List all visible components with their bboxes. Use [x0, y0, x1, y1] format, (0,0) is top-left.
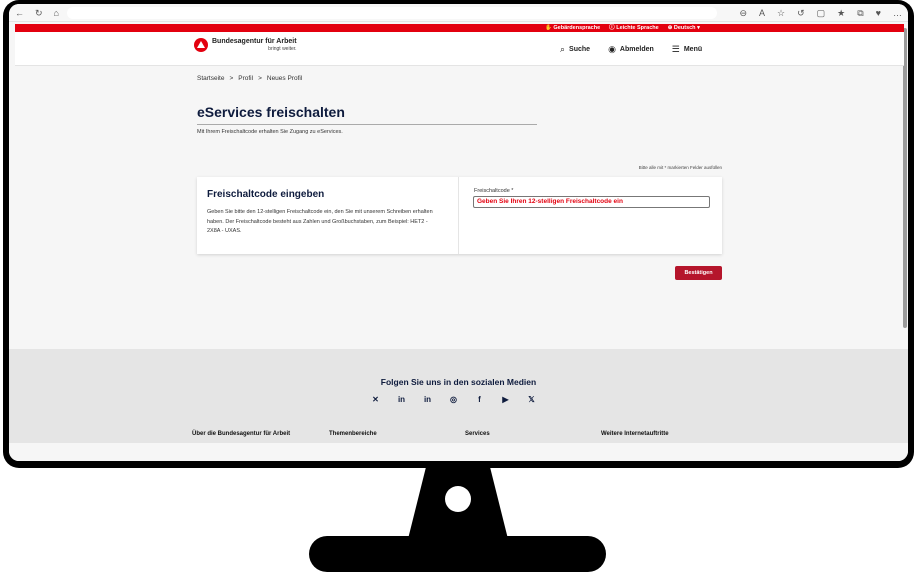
zoom-icon[interactable]: ⊖: [739, 7, 747, 19]
footer-services[interactable]: Services: [465, 431, 601, 437]
facebook-icon[interactable]: f: [475, 395, 484, 404]
monitor-frame: ← ↻ ⌂ ⊖ A ☆ ↺ ▢ ★ ⧉ ♥ … ✋ Gebärdensprach…: [3, 0, 914, 468]
breadcrumb-current: Neues Profil: [266, 75, 303, 82]
language-select[interactable]: ⊕ Deutsch ▾: [668, 24, 700, 32]
stand-hole: [445, 486, 471, 512]
hamburger-icon: ☰: [671, 44, 680, 54]
sign-language-link[interactable]: ✋ Gebärdensprache: [545, 24, 600, 32]
favorites-icon[interactable]: ★: [837, 7, 845, 19]
reload-icon[interactable]: ↻: [35, 7, 43, 19]
title-divider: [197, 124, 537, 125]
social-links: ✕ in in ◎ f ▶ 𝕏: [371, 395, 536, 404]
read-aloud-icon[interactable]: A: [759, 7, 765, 19]
youtube-icon[interactable]: ▶: [501, 395, 510, 404]
unlock-code-card: Freischaltcode eingeben Geben Sie bitte …: [197, 177, 722, 254]
logo-slogan: bringt weiter.: [268, 46, 297, 52]
refresh-extension-icon[interactable]: ↺: [797, 7, 805, 19]
home-icon[interactable]: ⌂: [54, 7, 59, 19]
site-header: Bundesagentur für Arbeit bringt weiter. …: [15, 32, 904, 66]
breadcrumb-home[interactable]: Startseite: [197, 75, 224, 82]
footer: Folgen Sie uns in den sozialen Medien ✕ …: [9, 349, 908, 443]
menu-button[interactable]: ☰ Menü: [672, 44, 702, 55]
card-body: Geben Sie bitte den 12-stelligen Freisch…: [207, 209, 433, 234]
footer-columns: Über die Bundesagentur für Arbeit Themen…: [192, 431, 669, 437]
unlock-code-input[interactable]: Geben Sie Ihren 12-stelligen Freischaltc…: [473, 196, 710, 208]
search-icon: ⌕: [560, 44, 566, 54]
footer-other-sites[interactable]: Weitere Internetauftritte: [601, 431, 669, 437]
confirm-button[interactable]: Bestätigen: [675, 266, 722, 280]
required-note: Bitte alle mit * markierten Felder ausfü…: [638, 165, 722, 170]
breadcrumb-profile[interactable]: Profil: [238, 75, 253, 82]
logout-button[interactable]: ◉ Abmelden: [608, 44, 654, 55]
card-description: Freischaltcode eingeben Geben Sie bitte …: [197, 177, 459, 254]
search-button[interactable]: ⌕ Suche: [560, 44, 590, 55]
back-icon[interactable]: ←: [15, 7, 24, 19]
linkedin-icon[interactable]: in: [397, 395, 406, 404]
browser-essentials-icon[interactable]: ♥: [876, 7, 881, 19]
address-bar[interactable]: [66, 6, 717, 19]
screen: ← ↻ ⌂ ⊖ A ☆ ↺ ▢ ★ ⧉ ♥ … ✋ Gebärdensprach…: [9, 4, 908, 461]
breadcrumb-separator: >: [229, 75, 234, 82]
footer-topics[interactable]: Themenbereiche: [329, 431, 465, 437]
card-title: Freischaltcode eingeben: [207, 189, 325, 200]
xing-icon[interactable]: ✕: [371, 395, 380, 404]
breadcrumb-separator: >: [258, 75, 262, 82]
unlock-code-label: Freischaltcode *: [474, 188, 514, 194]
logo-text: Bundesagentur für Arbeit: [212, 38, 297, 45]
utility-bar: ✋ Gebärdensprache ⓘ Leichte Sprache ⊕ De…: [15, 24, 904, 32]
footer-about[interactable]: Über die Bundesagentur für Arbeit: [192, 431, 329, 437]
split-screen-icon[interactable]: ▢: [817, 7, 826, 19]
page-intro: Mit Ihrem Freischaltcode erhalten Sie Zu…: [197, 129, 343, 135]
logo-icon: [194, 38, 208, 52]
breadcrumb: Startseite > Profil > Neues Profil: [197, 75, 302, 82]
browser-toolbar: ← ↻ ⌂ ⊖ A ☆ ↺ ▢ ★ ⧉ ♥ …: [9, 4, 908, 22]
social-title: Folgen Sie uns in den sozialen Medien: [380, 377, 537, 387]
user-icon: ◉: [608, 44, 616, 54]
logo[interactable]: Bundesagentur für Arbeit bringt weiter.: [194, 38, 297, 52]
collections-icon[interactable]: ⧉: [857, 7, 863, 19]
more-icon[interactable]: …: [893, 7, 902, 19]
easy-language-link[interactable]: ⓘ Leichte Sprache: [609, 24, 659, 32]
monitor-base: [309, 536, 606, 572]
page-title: eServices freischalten: [197, 104, 345, 120]
scrollbar[interactable]: [903, 28, 907, 328]
linkedin-alt-icon[interactable]: in: [423, 395, 432, 404]
x-icon[interactable]: 𝕏: [527, 395, 536, 404]
instagram-icon[interactable]: ◎: [449, 395, 458, 404]
favorite-icon[interactable]: ☆: [777, 7, 785, 19]
